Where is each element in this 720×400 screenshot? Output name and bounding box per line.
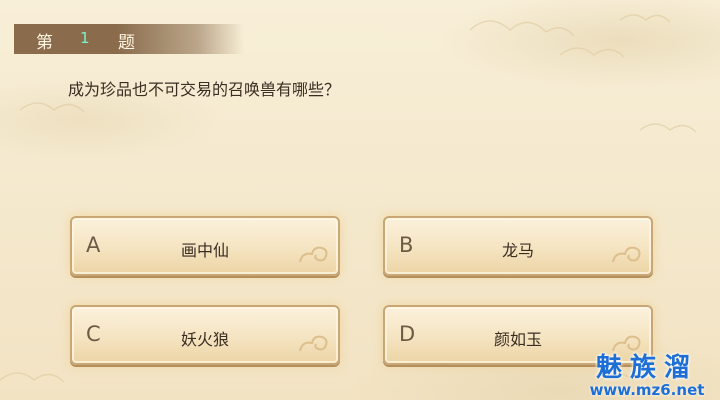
question-number: 1 <box>80 29 90 47</box>
question-suffix: 题 <box>118 33 135 53</box>
cloud-swirl-icon <box>612 246 641 263</box>
option-b-button[interactable]: B 龙马 <box>383 216 653 276</box>
option-c-button[interactable]: C 妖火狼 <box>70 305 340 365</box>
cloud-swirl-icon <box>299 335 328 352</box>
watermark-url: www.mz6.net <box>589 381 705 399</box>
question-number-banner: 第 1 题 <box>14 24 244 54</box>
site-watermark: 魅族溜 www.mz6.net <box>582 354 712 398</box>
question-text: 成为珍品也不可交易的召唤兽有哪些？ <box>68 80 341 99</box>
question-prefix: 第 <box>36 33 53 53</box>
watermark-title: 魅族溜 <box>595 353 698 383</box>
cloud-swirl-icon <box>299 246 328 263</box>
option-a-button[interactable]: A 画中仙 <box>70 216 340 276</box>
